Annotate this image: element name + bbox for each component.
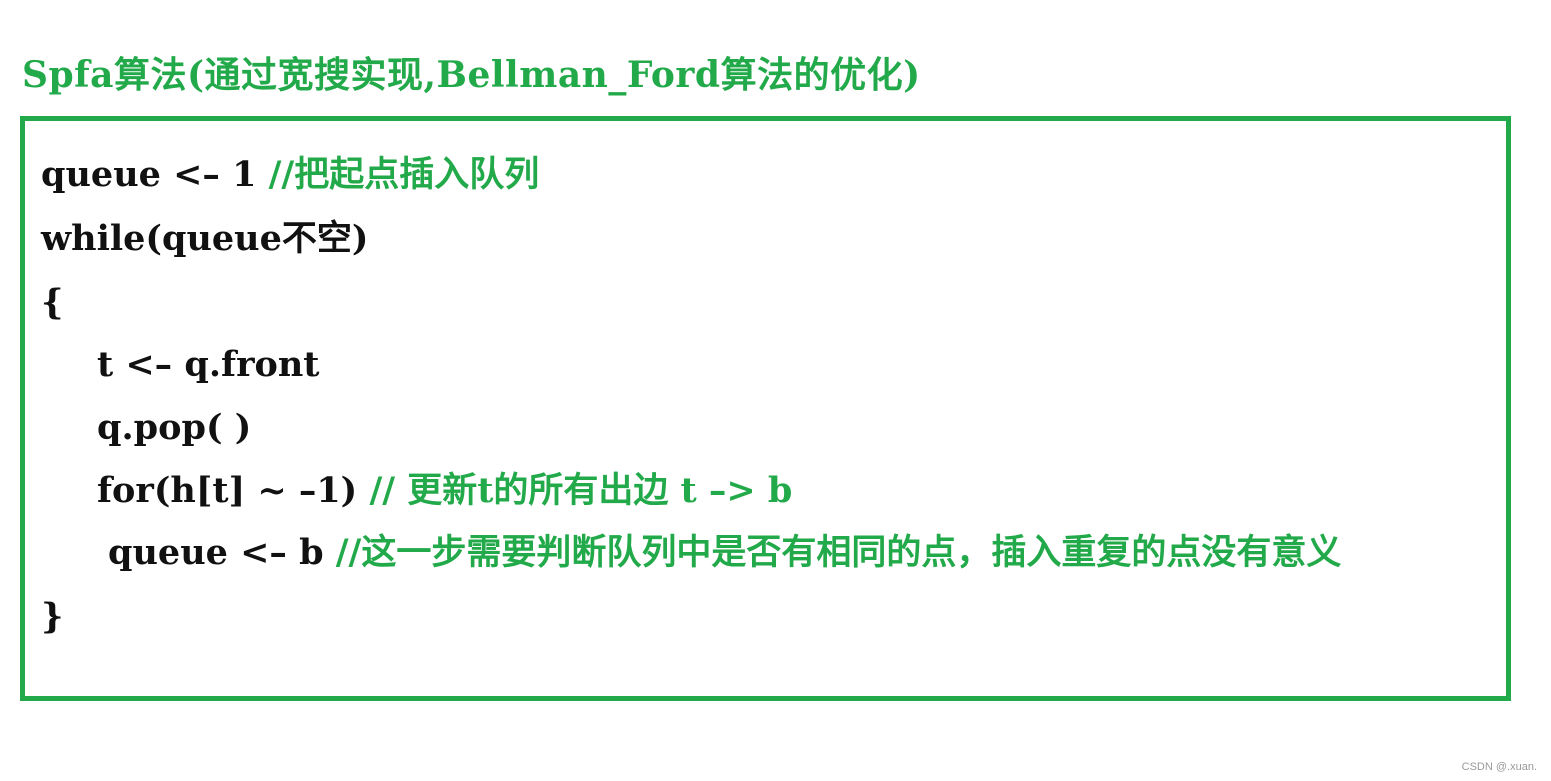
watermark: CSDN @.xuan. <box>1461 761 1537 773</box>
code-comment: //这一步需要判断队列中是否有相同的点，插入重复的点没有意义 <box>335 532 1342 573</box>
code-text: queue <– 1 <box>41 154 269 195</box>
code-text: queue <– b <box>108 532 336 573</box>
code-text: while(queue不空) <box>41 218 369 259</box>
code-comment: //把起点插入队列 <box>268 154 540 195</box>
code-line: } <box>41 597 64 637</box>
code-block: queue <– 1 //把起点插入队列 while(queue不空) { t … <box>20 116 1511 701</box>
code-line: q.pop( ) <box>97 408 251 448</box>
code-text: t <– q.front <box>97 344 320 385</box>
code-text: { <box>41 282 64 323</box>
code-line: { <box>41 283 64 323</box>
code-line: t <– q.front <box>97 345 319 385</box>
code-line: queue <– b //这一步需要判断队列中是否有相同的点，插入重复的点没有意… <box>108 533 1341 573</box>
code-text: for(h[t] ~ –1) <box>97 470 370 511</box>
code-text: } <box>41 596 64 637</box>
code-comment: // 更新t的所有出边 t –> b <box>369 470 793 511</box>
code-text: q.pop( ) <box>97 407 252 448</box>
code-line: queue <– 1 //把起点插入队列 <box>41 155 539 195</box>
code-line: for(h[t] ~ –1) // 更新t的所有出边 t –> b <box>97 471 792 511</box>
page-title: Spfa算法(通过宽搜实现,Bellman_Ford算法的优化) <box>22 54 921 96</box>
code-line: while(queue不空) <box>41 219 368 259</box>
